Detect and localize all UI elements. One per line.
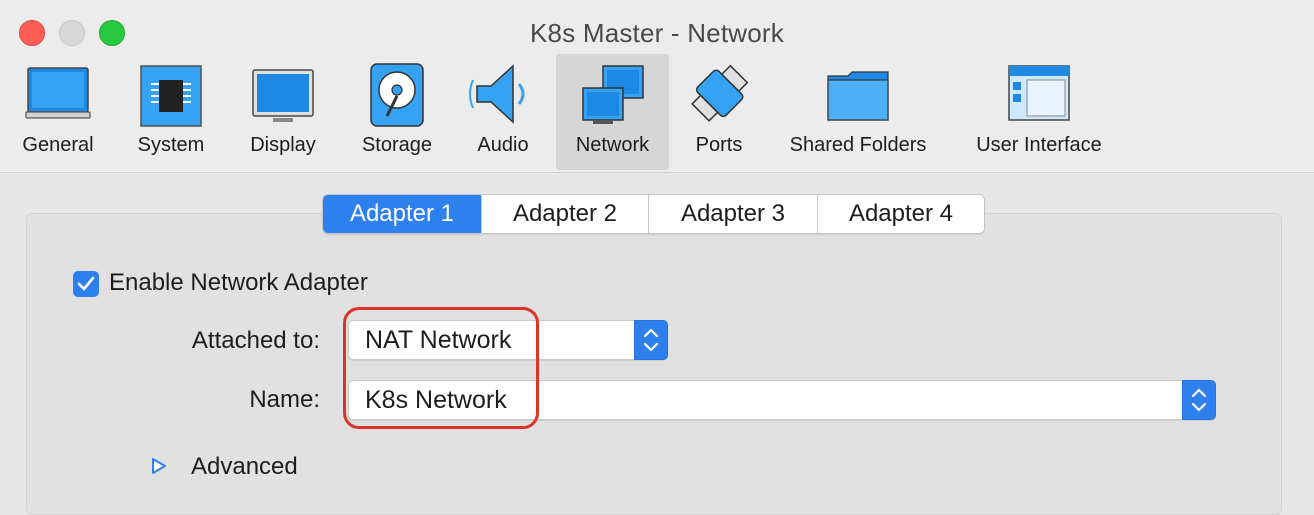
tab-adapter-2[interactable]: Adapter 2 [481, 195, 648, 233]
enable-network-adapter-label: Enable Network Adapter [109, 269, 368, 296]
toolbar-item-general[interactable]: General [10, 54, 106, 170]
toolbar-item-system[interactable]: System [126, 54, 216, 170]
display-monitor-icon [249, 60, 317, 128]
toolbar-label-general: General [22, 134, 94, 156]
toolbar-item-storage[interactable]: Storage [350, 54, 444, 170]
disclosure-triangle-icon [152, 458, 166, 474]
system-chip-icon [137, 60, 205, 128]
toolbar-label-user-interface: User Interface [976, 134, 1102, 156]
advanced-label[interactable]: Advanced [191, 453, 298, 481]
ports-icon [685, 60, 753, 128]
network-icon [579, 60, 647, 128]
toolbar-label-network: Network [575, 134, 650, 156]
toolbar-label-shared-folders: Shared Folders [789, 134, 927, 156]
name-label: Name: [249, 386, 320, 413]
shared-folder-icon [824, 60, 892, 128]
toolbar-item-ports[interactable]: Ports [682, 54, 756, 170]
adapter-tabs: Adapter 1 Adapter 2 Adapter 3 Adapter 4 [322, 194, 985, 234]
toolbar-item-network[interactable]: Network [556, 54, 669, 170]
toolbar-item-audio[interactable]: Audio [466, 54, 540, 170]
attached-to-label: Attached to: [191, 327, 320, 354]
toolbar-label-ports: Ports [695, 134, 743, 156]
tab-adapter-3[interactable]: Adapter 3 [648, 195, 817, 233]
toolbar-item-shared-folders[interactable]: Shared Folders [780, 54, 936, 170]
network-name-stepper[interactable] [1182, 380, 1216, 420]
storage-disk-icon [363, 60, 431, 128]
toolbar-label-audio: Audio [477, 134, 529, 156]
tab-adapter-1[interactable]: Adapter 1 [323, 195, 481, 233]
audio-speaker-icon [469, 60, 537, 128]
settings-toolbar: General System Display Storage Audio Net… [0, 54, 1314, 173]
advanced-disclosure-triangle[interactable] [150, 457, 168, 475]
user-interface-icon [1005, 60, 1073, 128]
toolbar-label-storage: Storage [361, 134, 433, 156]
toolbar-label-display: Display [250, 134, 316, 156]
window-title: K8s Master - Network [530, 18, 784, 48]
enable-network-adapter-checkbox[interactable] [73, 271, 99, 297]
toolbar-item-display[interactable]: Display [238, 54, 328, 170]
tab-adapter-4[interactable]: Adapter 4 [817, 195, 984, 233]
checkmark-icon [77, 276, 95, 291]
updown-chevron-icon [1191, 388, 1207, 412]
toolbar-item-user-interface[interactable]: User Interface [962, 54, 1116, 170]
toolbar-label-system: System [137, 134, 205, 156]
red-highlight-annotation [343, 307, 539, 429]
attached-to-stepper[interactable] [634, 320, 668, 360]
updown-chevron-icon [643, 328, 659, 352]
general-icon [24, 60, 92, 128]
